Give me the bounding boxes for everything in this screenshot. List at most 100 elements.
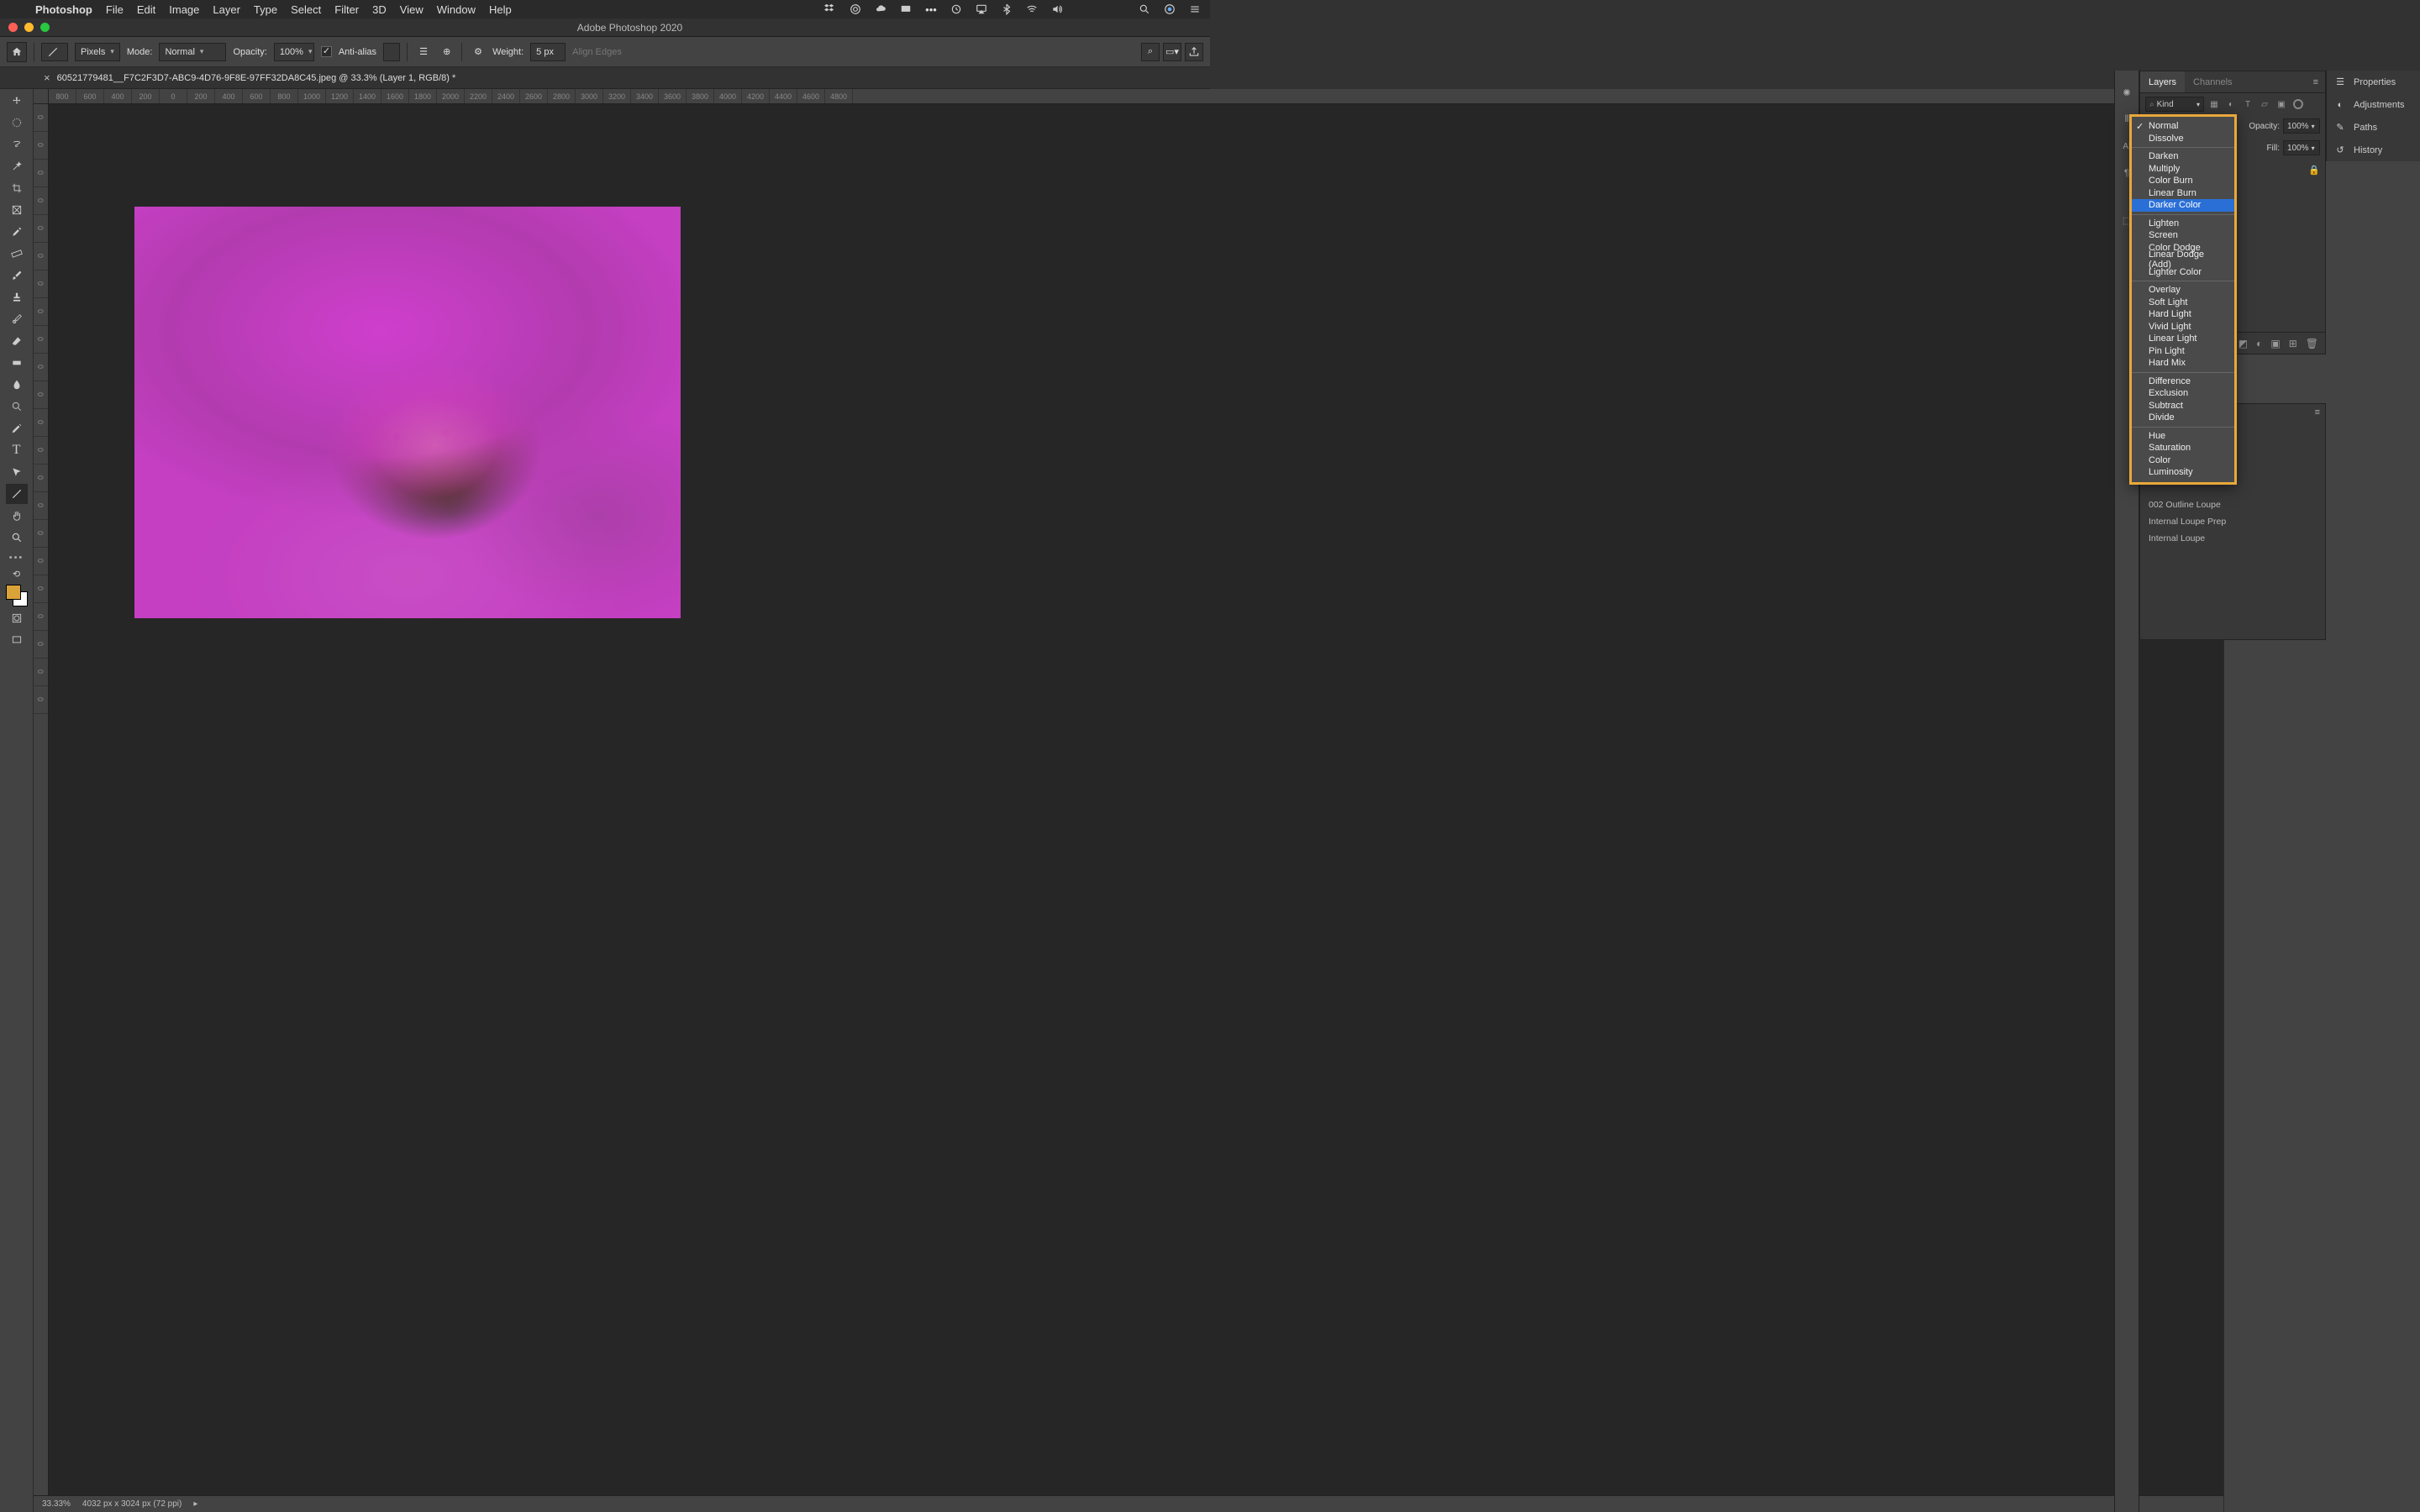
dropbox-icon[interactable] [823, 3, 837, 16]
adjustment-layer-icon[interactable]: ◐ [2256, 338, 2262, 349]
layer-fill-input[interactable]: 100% [2283, 140, 2320, 155]
cloud-icon[interactable] [874, 3, 887, 16]
tab-paths[interactable]: ✎Paths [2327, 116, 2420, 139]
blend-mode-item[interactable]: Lighten [2132, 218, 2234, 230]
filter-adjust-icon[interactable]: ◐ [2224, 97, 2238, 111]
workspace-icon[interactable]: ▭▾ [1163, 43, 1181, 61]
status-chevron-icon[interactable]: ▸ [193, 1499, 197, 1509]
list-item[interactable]: Internal Loupe Prep [2140, 513, 2325, 530]
blend-mode-item[interactable]: Linear Dodge (Add) [2132, 254, 2234, 266]
hand-tool[interactable] [6, 506, 28, 526]
brush-tool[interactable] [6, 265, 28, 286]
group-icon[interactable]: ▣ [2270, 338, 2280, 349]
blend-mode-item[interactable]: Hue [2132, 430, 2234, 443]
menu-window[interactable]: Window [437, 3, 476, 16]
zoom-level[interactable]: 33.33% [42, 1499, 71, 1509]
blend-mode-item[interactable]: Difference [2132, 375, 2234, 388]
blend-mode-item[interactable]: Lighter Color [2132, 266, 2234, 279]
ruler-horizontal[interactable]: 8006004002000200400600800100012001400160… [49, 89, 2223, 104]
tool-preset[interactable] [41, 43, 68, 61]
tab-adjustments[interactable]: ◐Adjustments [2327, 93, 2420, 116]
list-item[interactable]: 002 Outline Loupe [2140, 496, 2325, 513]
menu-file[interactable]: File [106, 3, 124, 16]
layer-filter-kind[interactable]: Kind [2145, 97, 2204, 112]
close-tab-icon[interactable]: × [44, 71, 50, 84]
type-tool[interactable]: T [6, 440, 28, 460]
layer-mask-icon[interactable]: ◩ [2238, 338, 2248, 349]
menu-layer[interactable]: Layer [213, 3, 240, 16]
frame-tool[interactable] [6, 200, 28, 220]
home-button[interactable] [7, 42, 27, 62]
menu-image[interactable]: Image [169, 3, 199, 16]
color-swatches[interactable] [6, 585, 28, 606]
path-tool[interactable] [6, 462, 28, 482]
apple-icon[interactable] [8, 3, 22, 16]
gradient-tool[interactable] [6, 353, 28, 373]
menu-help[interactable]: Help [489, 3, 512, 16]
blend-mode-item[interactable]: Luminosity [2132, 466, 2234, 479]
crop-tool[interactable] [6, 178, 28, 198]
eraser-tool[interactable] [6, 331, 28, 351]
blend-mode-item[interactable]: Hard Light [2132, 308, 2234, 321]
list-item[interactable]: Internal Loupe [2140, 530, 2325, 547]
blend-mode-item[interactable]: Multiply [2132, 163, 2234, 176]
delete-layer-icon[interactable]: 🗑 [2306, 338, 2318, 349]
zoom-button[interactable] [40, 23, 50, 32]
stamp-tool[interactable] [6, 287, 28, 307]
opacity-input[interactable]: 100% [274, 43, 314, 61]
lock-all-icon[interactable]: 🔒 [2308, 165, 2320, 176]
menu-select[interactable]: Select [291, 3, 321, 16]
wand-tool[interactable] [6, 156, 28, 176]
blend-mode-item[interactable]: Overlay [2132, 284, 2234, 297]
blend-mode-item[interactable]: Normal [2132, 120, 2234, 133]
blend-mode-item[interactable]: Screen [2132, 229, 2234, 242]
menu-view[interactable]: View [400, 3, 424, 16]
panel-menu-icon[interactable]: ≡ [2307, 77, 2325, 87]
canvas[interactable] [134, 207, 681, 618]
pen-tool[interactable] [6, 418, 28, 438]
mode-select[interactable]: Normal [159, 43, 226, 61]
blend-mode-item[interactable]: Linear Burn [2132, 187, 2234, 200]
blend-mode-item[interactable]: Saturation [2132, 442, 2234, 454]
timemachine-icon[interactable] [950, 3, 963, 16]
display-icon[interactable] [899, 3, 913, 16]
weight-input[interactable]: 5 px [530, 43, 566, 61]
marquee-tool[interactable] [6, 113, 28, 133]
style-swatch[interactable] [383, 43, 400, 61]
blend-mode-item[interactable]: Dissolve [2132, 133, 2234, 145]
tab-channels[interactable]: Channels [2185, 71, 2240, 92]
wifi-icon[interactable] [1025, 3, 1039, 16]
blend-mode-item[interactable]: Pin Light [2132, 345, 2234, 358]
align-icon[interactable]: ☰ [414, 43, 431, 61]
document-tab[interactable]: × 60521779481__F7C2F3D7-ABC9-4D76-9F8E-9… [34, 67, 466, 88]
blend-mode-item[interactable]: Hard Mix [2132, 357, 2234, 370]
lasso-tool[interactable] [6, 134, 28, 155]
dodge-tool[interactable] [6, 396, 28, 417]
cc-icon[interactable] [849, 3, 862, 16]
blend-mode-item[interactable]: Subtract [2132, 400, 2234, 412]
tab-layers[interactable]: Layers [2140, 71, 2185, 92]
move-tool[interactable] [6, 91, 28, 111]
menu-edit[interactable]: Edit [137, 3, 155, 16]
tab-properties[interactable]: ☰Properties [2327, 71, 2420, 93]
spotlight-icon[interactable] [1138, 3, 1151, 16]
filter-shape-icon[interactable]: ▱ [2258, 97, 2271, 111]
menu-filter[interactable]: Filter [334, 3, 359, 16]
antialias-checkbox[interactable] [321, 46, 332, 57]
ruler-tool[interactable] [6, 244, 28, 264]
blend-mode-item[interactable]: Exclusion [2132, 387, 2234, 400]
distribute-icon[interactable]: ⊕ [438, 43, 455, 61]
menu-type[interactable]: Type [254, 3, 277, 16]
blend-mode-item[interactable]: Color Burn [2132, 175, 2234, 187]
menu-3d[interactable]: 3D [372, 3, 387, 16]
bluetooth-icon[interactable] [1000, 3, 1013, 16]
canvas-area[interactable]: 8006004002000200400600800100012001400160… [34, 89, 2223, 1512]
screenmode-icon[interactable] [6, 630, 28, 650]
close-button[interactable] [8, 23, 18, 32]
search-icon[interactable]: ⌕ [1141, 43, 1160, 61]
tab-history[interactable]: ↺History [2327, 139, 2420, 161]
new-layer-icon[interactable]: ⊞ [2289, 338, 2297, 349]
ruler-vertical[interactable]: 0000000000000000000000 [34, 104, 49, 1497]
layer-opacity-input[interactable]: 100% [2283, 118, 2320, 134]
filter-type-icon[interactable]: T [2241, 97, 2254, 111]
